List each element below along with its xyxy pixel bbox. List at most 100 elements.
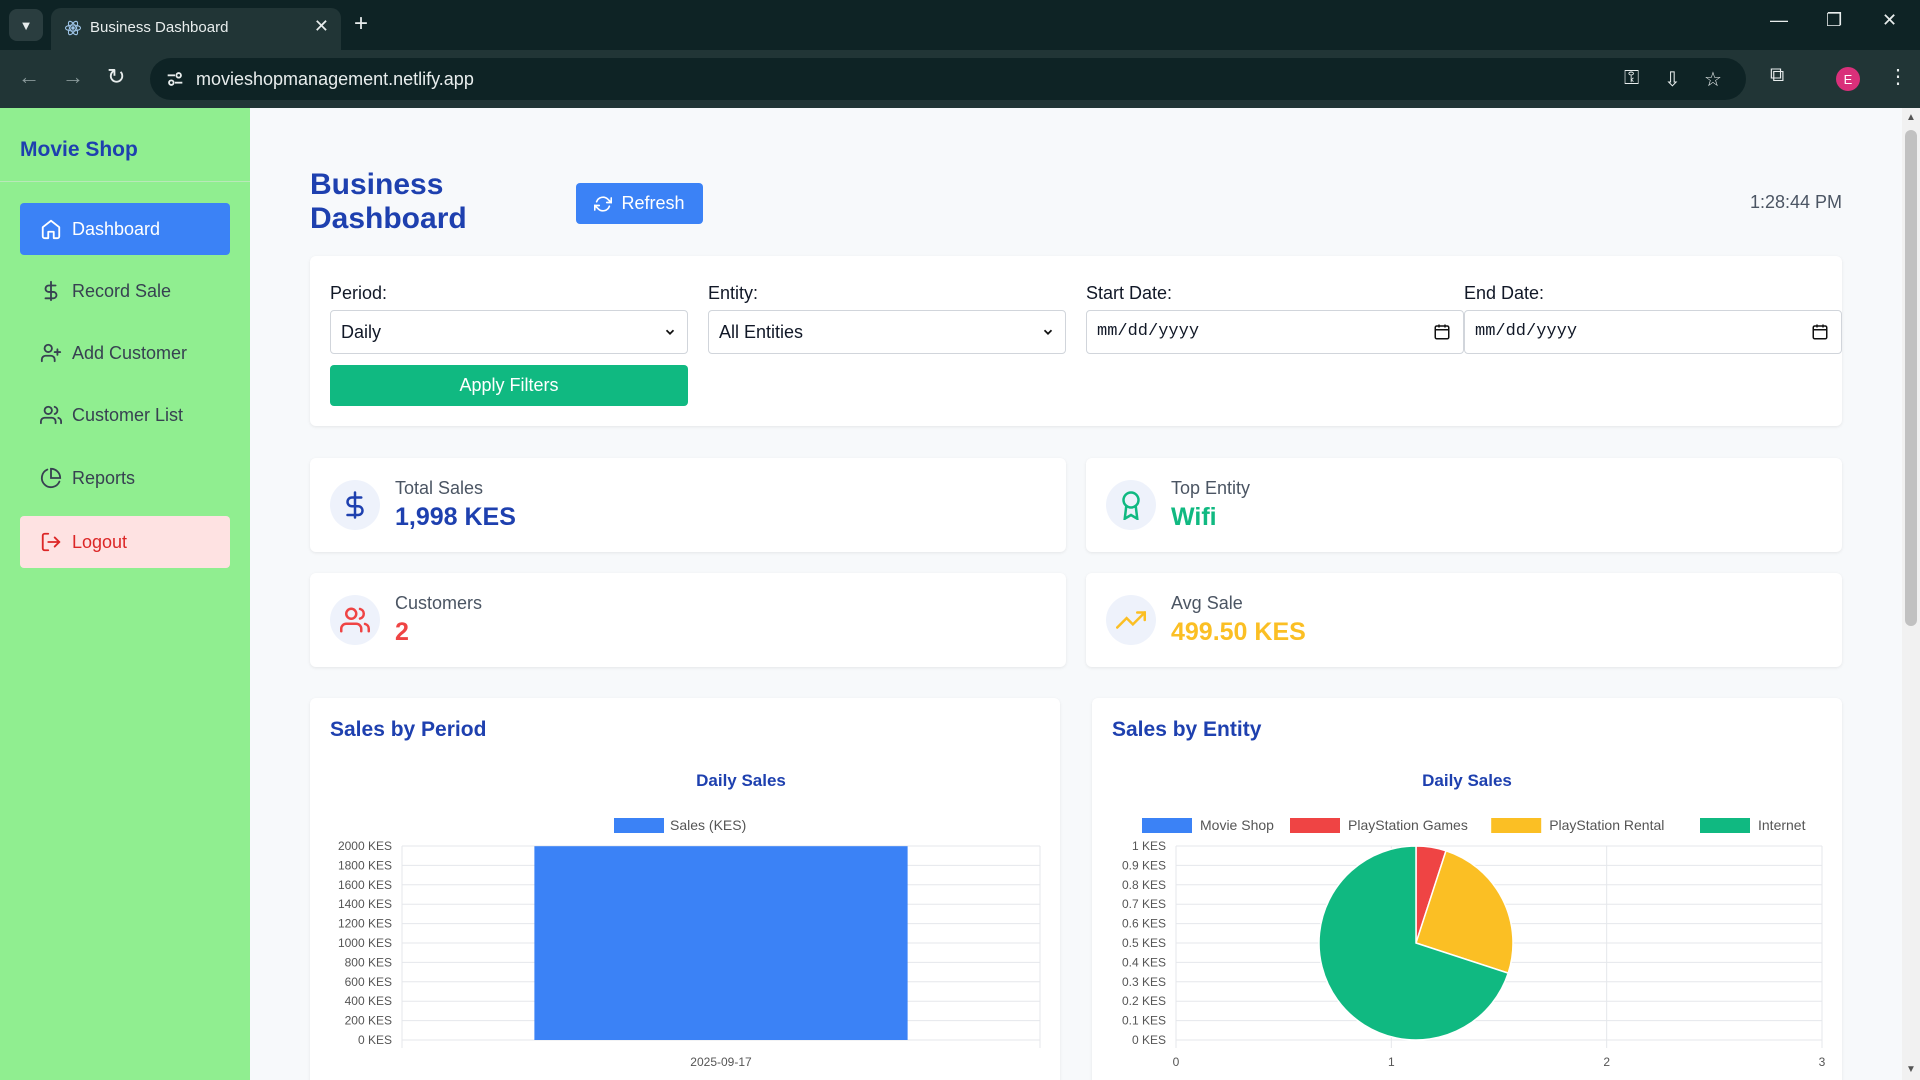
home-icon (41, 219, 61, 240)
y-tick-label: 0.7 KES (1122, 897, 1166, 911)
scroll-thumb[interactable] (1905, 130, 1917, 626)
legend-label: Internet (1758, 817, 1806, 833)
stat-value: 1,998 KES (395, 503, 516, 531)
logout-icon (41, 532, 61, 552)
react-icon (64, 20, 82, 36)
sidebar-item-record-sale[interactable]: Record Sale (20, 265, 230, 317)
calendar-icon[interactable] (1811, 323, 1829, 341)
sidebar-item-add-customer[interactable]: Add Customer (20, 327, 230, 379)
chevron-down-icon (1043, 329, 1053, 335)
stat-label: Top Entity (1171, 478, 1251, 498)
chart-title: Daily Sales (696, 771, 786, 790)
legend-label: PlayStation Games (1348, 817, 1468, 833)
sidebar-item-label: Add Customer (72, 342, 188, 363)
y-tick-label: 0.9 KES (1122, 858, 1166, 872)
bookmark-star-icon[interactable]: ☆ (1704, 67, 1722, 92)
tab-search-button[interactable]: ▼ (9, 9, 43, 41)
pie-chart: Daily Sales Movie Shop PlayStation Games Pl… (1122, 771, 1826, 1069)
period-select[interactable]: Daily (330, 310, 688, 354)
sidebar-item-logout[interactable]: Logout (20, 516, 230, 568)
stat-icon-wrap (330, 595, 380, 645)
x-tick-label: 2025-09-17 (690, 1055, 752, 1069)
chart-title: Daily Sales (1422, 771, 1512, 790)
sidebar-item-label: Logout (72, 531, 128, 552)
sidebar-item-label: Reports (72, 467, 136, 488)
tab-title: Business Dashboard (90, 19, 229, 36)
brand-title: Movie Shop (20, 138, 138, 161)
end-date-label: End Date: (1464, 283, 1545, 303)
y-tick-label: 600 KES (345, 975, 392, 989)
y-tick-label: 0.4 KES (1122, 955, 1166, 969)
url-text: movieshopmanagement.netlify.app (196, 69, 474, 89)
legend-swatch (1290, 818, 1340, 833)
legend-swatch (1700, 818, 1750, 833)
y-tick-label: 0.3 KES (1122, 975, 1166, 989)
y-tick-label: 0.2 KES (1122, 994, 1166, 1008)
page-title: Business Dashboard (310, 168, 467, 235)
y-tick-label: 1800 KES (338, 858, 392, 872)
back-icon[interactable]: ← (18, 64, 40, 90)
entity-label: Entity: (708, 283, 759, 303)
start-date-placeholder: mm/dd/yyyy (1097, 322, 1200, 341)
entity-select[interactable]: All Entities (708, 310, 1066, 354)
y-tick-label: 800 KES (345, 955, 392, 969)
tab-close-icon[interactable]: ✕ (314, 16, 329, 37)
y-tick-label: 0.8 KES (1122, 878, 1166, 892)
sidebar-item-reports[interactable]: Reports (20, 452, 230, 504)
profile-avatar[interactable]: E (1836, 67, 1860, 91)
dollar-icon (44, 280, 58, 302)
bar (534, 846, 908, 1040)
scrollbar[interactable]: ▲ ▼ (1902, 108, 1920, 1080)
y-tick-label: 1000 KES (338, 936, 392, 950)
minimize-icon[interactable]: — (1770, 10, 1788, 31)
start-date-input[interactable]: mm/dd/yyyy (1086, 310, 1464, 354)
award-icon (1122, 491, 1140, 520)
legend-swatch (1142, 818, 1192, 833)
y-tick-label: 0.5 KES (1122, 936, 1166, 950)
stat-label: Total Sales (395, 478, 484, 498)
start-date-label: Start Date: (1086, 283, 1173, 303)
browser-toolbar: ← → ↻ movieshopmanagement.netlify.app ⚿ … (0, 50, 1920, 108)
stat-value: Wifi (1171, 503, 1217, 531)
stat-label: Avg Sale (1171, 593, 1243, 613)
y-tick-label: 400 KES (345, 994, 392, 1008)
site-info-icon[interactable] (164, 68, 186, 90)
end-date-input[interactable]: mm/dd/yyyy (1464, 310, 1842, 354)
calendar-icon[interactable] (1433, 323, 1451, 341)
pie-chart-icon (40, 467, 62, 488)
trending-up-icon (1116, 611, 1146, 629)
bar-chart: Daily Sales Sales (KES) 0 KES 200 KES 400 KE… (338, 771, 1041, 1069)
entity-value: All Entities (719, 322, 804, 342)
dollar-icon (346, 491, 364, 519)
sidebar-item-label: Dashboard (72, 218, 161, 239)
address-bar[interactable]: movieshopmanagement.netlify.app ⚿ ⇩ ☆ (150, 58, 1746, 100)
period-value: Daily (341, 322, 382, 342)
avg-sale-card: Avg Sale 499.50 KES (1086, 573, 1842, 667)
legend-swatch (614, 818, 664, 833)
divider (0, 181, 250, 182)
scroll-down-icon[interactable]: ▼ (1906, 1064, 1916, 1075)
new-tab-icon[interactable]: + (354, 10, 368, 38)
y-tick-label: 0 KES (358, 1033, 392, 1047)
forward-icon[interactable]: → (62, 64, 84, 90)
extensions-icon[interactable]: ⧉ (1770, 64, 1784, 87)
install-app-icon[interactable]: ⇩ (1664, 67, 1681, 92)
filters-card: Period: Daily Entity: All Entities Start… (310, 256, 1842, 426)
restore-icon[interactable]: ❐ (1826, 10, 1842, 31)
current-time: 1:28:44 PM (1749, 192, 1842, 212)
password-key-icon[interactable]: ⚿ (1624, 67, 1639, 90)
browser-tabstrip: ▼ Business Dashboard ✕ + — ❐ ✕ (0, 0, 1920, 50)
total-sales-card: Total Sales 1,998 KES (310, 458, 1066, 552)
reload-icon[interactable]: ↻ (107, 64, 125, 90)
scroll-up-icon[interactable]: ▲ (1906, 112, 1916, 123)
sidebar-item-customer-list[interactable]: Customer List (20, 389, 230, 441)
x-tick-label: 1 (1388, 1055, 1395, 1069)
browser-menu-icon[interactable]: ⋮ (1888, 64, 1908, 89)
browser-tab[interactable]: Business Dashboard ✕ (51, 8, 341, 50)
close-window-icon[interactable]: ✕ (1882, 10, 1897, 31)
sidebar-item-dashboard[interactable]: Dashboard (20, 203, 230, 255)
legend-label: Sales (KES) (670, 817, 746, 833)
apply-filters-button[interactable]: Apply Filters (330, 365, 688, 406)
y-tick-label: 1200 KES (338, 917, 392, 931)
refresh-button[interactable]: Refresh (576, 183, 703, 224)
